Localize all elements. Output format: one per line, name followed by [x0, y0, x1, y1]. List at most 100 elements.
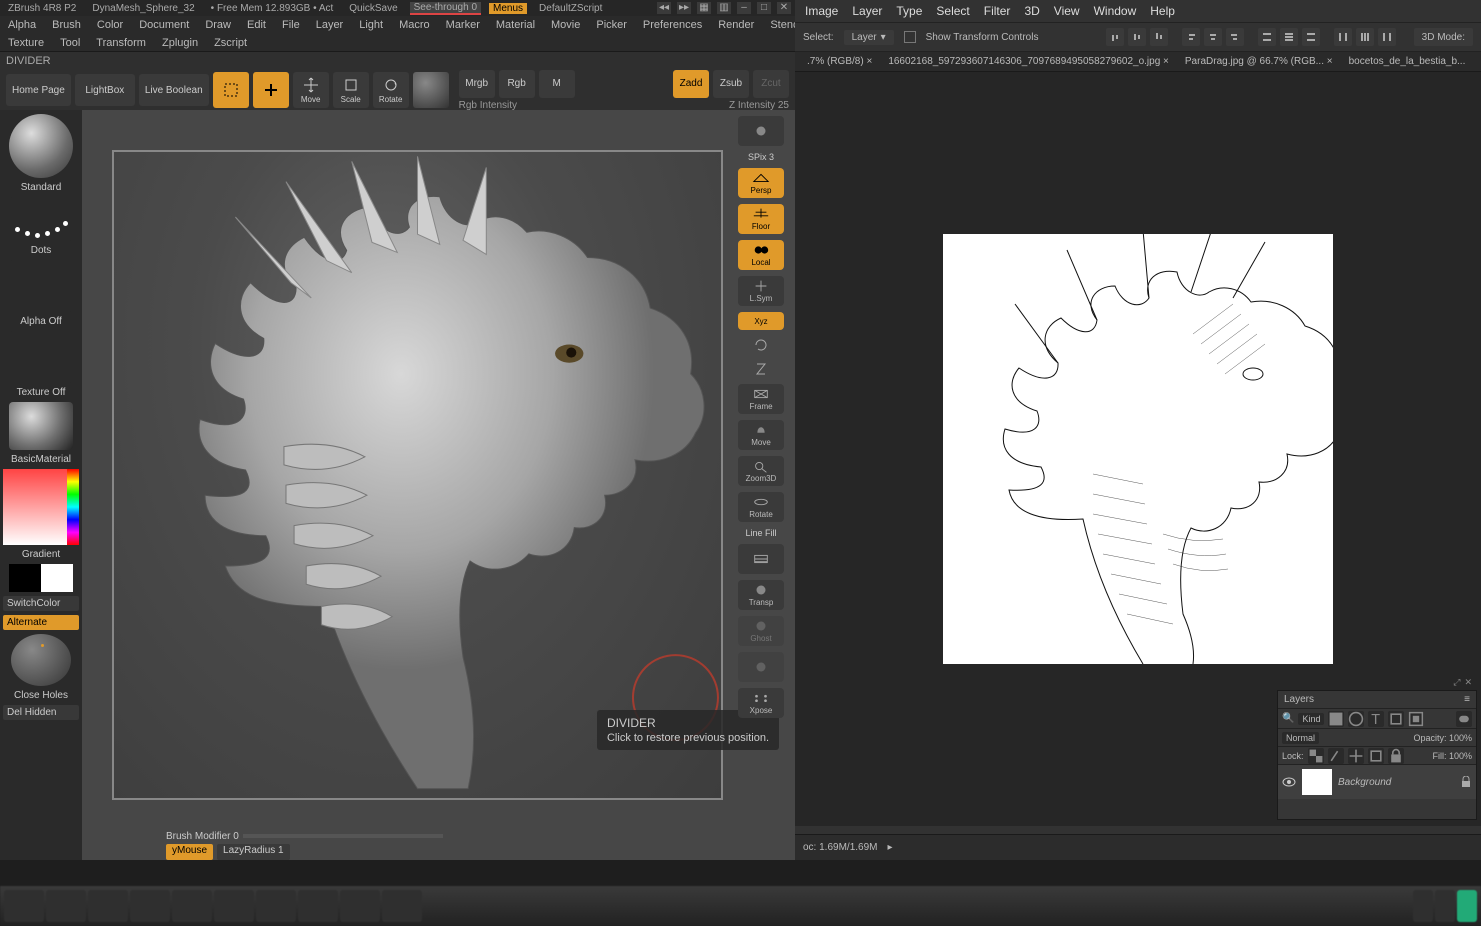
autoselect-dropdown[interactable]: Layer▾	[844, 30, 894, 45]
blend-mode-dropdown[interactable]: Normal	[1282, 732, 1319, 744]
panel-collapse-icon[interactable]: ⤢	[1453, 677, 1460, 688]
opacity-value[interactable]: 100%	[1449, 733, 1472, 743]
material-swatch[interactable]	[413, 72, 449, 108]
distribute-left-icon[interactable]	[1334, 28, 1352, 46]
closeholes-thumbnail[interactable]	[11, 634, 71, 686]
zsub-button[interactable]: Zsub	[713, 70, 749, 98]
seethrough-slider[interactable]: See-through 0	[410, 2, 481, 15]
menu-layer[interactable]: Layer	[312, 19, 348, 31]
gradient-label[interactable]: Gradient	[22, 549, 60, 560]
distribute-vcenter-icon[interactable]	[1280, 28, 1298, 46]
statusbar-chevron-icon[interactable]: ▸	[887, 842, 892, 853]
3dmode-dropdown[interactable]: 3D Mode:	[1414, 28, 1473, 46]
menu-color[interactable]: Color	[93, 19, 127, 31]
linefill-button[interactable]	[738, 544, 784, 574]
filter-search-icon[interactable]: 🔍	[1282, 713, 1294, 724]
texture-thumbnail[interactable]	[9, 331, 73, 383]
layer-name[interactable]: Background	[1338, 777, 1391, 788]
taskbar-app-3[interactable]	[130, 890, 170, 922]
ps-menu-type[interactable]: Type	[896, 4, 922, 18]
zoom3d-button[interactable]: Zoom3D	[738, 456, 784, 486]
ps-menu-view[interactable]: View	[1054, 4, 1080, 18]
distribute-hcenter-icon[interactable]	[1356, 28, 1374, 46]
default-zscript[interactable]: DefaultZScript	[535, 3, 606, 14]
lock-transparent-icon[interactable]	[1308, 748, 1324, 764]
filter-adjust-icon[interactable]	[1348, 711, 1364, 727]
menu-movie[interactable]: Movie	[547, 19, 584, 31]
menu-texture[interactable]: Texture	[4, 37, 48, 49]
menu-draw[interactable]: Draw	[201, 19, 235, 31]
align-hcenter-icon[interactable]	[1204, 28, 1222, 46]
transp-button[interactable]: Transp	[738, 580, 784, 610]
menu-material[interactable]: Material	[492, 19, 539, 31]
menu-render[interactable]: Render	[714, 19, 758, 31]
layer-row[interactable]: Background	[1278, 765, 1476, 799]
brush-thumbnail[interactable]	[9, 114, 73, 178]
menu-marker[interactable]: Marker	[442, 19, 484, 31]
zadd-button[interactable]: Zadd	[673, 70, 709, 98]
taskbar-app-5[interactable]	[214, 890, 254, 922]
xyz-button[interactable]: Xyz	[738, 312, 784, 330]
filter-kind-dropdown[interactable]: Kind	[1298, 713, 1324, 725]
switchcolor-button[interactable]: SwitchColor	[3, 596, 79, 611]
mrgb-button[interactable]: Mrgb	[459, 70, 495, 98]
doc-tab-3[interactable]: ParaDrag.jpg @ 66.7% (RGB... ×	[1177, 52, 1341, 71]
taskbar-app-7[interactable]	[298, 890, 338, 922]
grid1-icon[interactable]: ▦	[697, 2, 711, 14]
menu-brush[interactable]: Brush	[48, 19, 85, 31]
taskbar-app-1[interactable]	[46, 890, 86, 922]
lsym-button[interactable]: L.Sym	[738, 276, 784, 306]
align-right-icon[interactable]	[1226, 28, 1244, 46]
ps-menu-3d[interactable]: 3D	[1024, 4, 1039, 18]
rgb-intensity-label[interactable]: Rgb Intensity	[459, 100, 575, 111]
lock-pixels-icon[interactable]	[1328, 748, 1344, 764]
distribute-top-icon[interactable]	[1258, 28, 1276, 46]
draw-mode-button[interactable]	[253, 72, 289, 108]
quicksave-btn[interactable]: QuickSave	[345, 3, 401, 14]
lazyradius-button[interactable]: LazyRadius 1	[217, 844, 290, 860]
doc-tab-1[interactable]: .7% (RGB/8) ×	[799, 52, 880, 71]
panel-menu-icon[interactable]: ≡	[1464, 694, 1470, 705]
bpr-button[interactable]	[738, 116, 784, 146]
hue-strip-icon[interactable]	[67, 469, 79, 545]
align-left-icon[interactable]	[1182, 28, 1200, 46]
taskbar-app-4[interactable]	[172, 890, 212, 922]
floor-button[interactable]: Floor	[738, 204, 784, 234]
material-thumbnail[interactable]	[9, 402, 73, 450]
xpose-button[interactable]: Xpose	[738, 688, 784, 718]
ps-menu-filter[interactable]: Filter	[984, 4, 1011, 18]
menu-document[interactable]: Document	[135, 19, 193, 31]
ghost-button[interactable]: Ghost	[738, 616, 784, 646]
color-swatches[interactable]	[9, 564, 73, 592]
doc-tab-4[interactable]: bocetos_de_la_bestia_b...	[1341, 52, 1474, 71]
lock-position-icon[interactable]	[1348, 748, 1364, 764]
local-button[interactable]: Local	[738, 240, 784, 270]
closeholes-label[interactable]: Close Holes	[14, 690, 68, 701]
filter-pixel-icon[interactable]	[1328, 711, 1344, 727]
alternate-button[interactable]: Alternate	[3, 615, 79, 630]
persp-button[interactable]: Persp	[738, 168, 784, 198]
menu-zscript[interactable]: Zscript	[210, 37, 251, 49]
brush-modifier-slider[interactable]: Brush Modifier 0	[166, 831, 443, 842]
show-transform-checkbox[interactable]	[904, 31, 916, 43]
close-icon[interactable]: ✕	[777, 2, 791, 14]
color-picker[interactable]	[3, 469, 79, 545]
tray-icon-2[interactable]	[1435, 890, 1455, 922]
taskbar-app-6[interactable]	[256, 890, 296, 922]
m-button[interactable]: M	[539, 70, 575, 98]
stroke-thumbnail[interactable]	[9, 197, 73, 241]
ps-menu-help[interactable]: Help	[1150, 4, 1175, 18]
layers-panel[interactable]: ⤢ ✕ Layers ≡ 🔍 Kind T Normal Opacity: 10…	[1277, 690, 1477, 820]
taskbar-app-2[interactable]	[88, 890, 128, 922]
home-page-button[interactable]: Home Page	[6, 74, 71, 106]
windows-taskbar[interactable]	[0, 886, 1481, 926]
z-intensity[interactable]: Z Intensity 25	[673, 100, 789, 111]
menu-preferences[interactable]: Preferences	[639, 19, 706, 31]
tray-icon-3[interactable]	[1457, 890, 1477, 922]
grid2-icon[interactable]: ▥	[717, 2, 731, 14]
taskbar-app-9[interactable]	[382, 890, 422, 922]
doc-tab-2[interactable]: 16602168_597293607146306_709768949505827…	[880, 52, 1177, 71]
live-boolean-button[interactable]: Live Boolean	[139, 74, 209, 106]
menu-picker[interactable]: Picker	[592, 19, 631, 31]
rotate-view-button[interactable]: Rotate	[738, 492, 784, 522]
